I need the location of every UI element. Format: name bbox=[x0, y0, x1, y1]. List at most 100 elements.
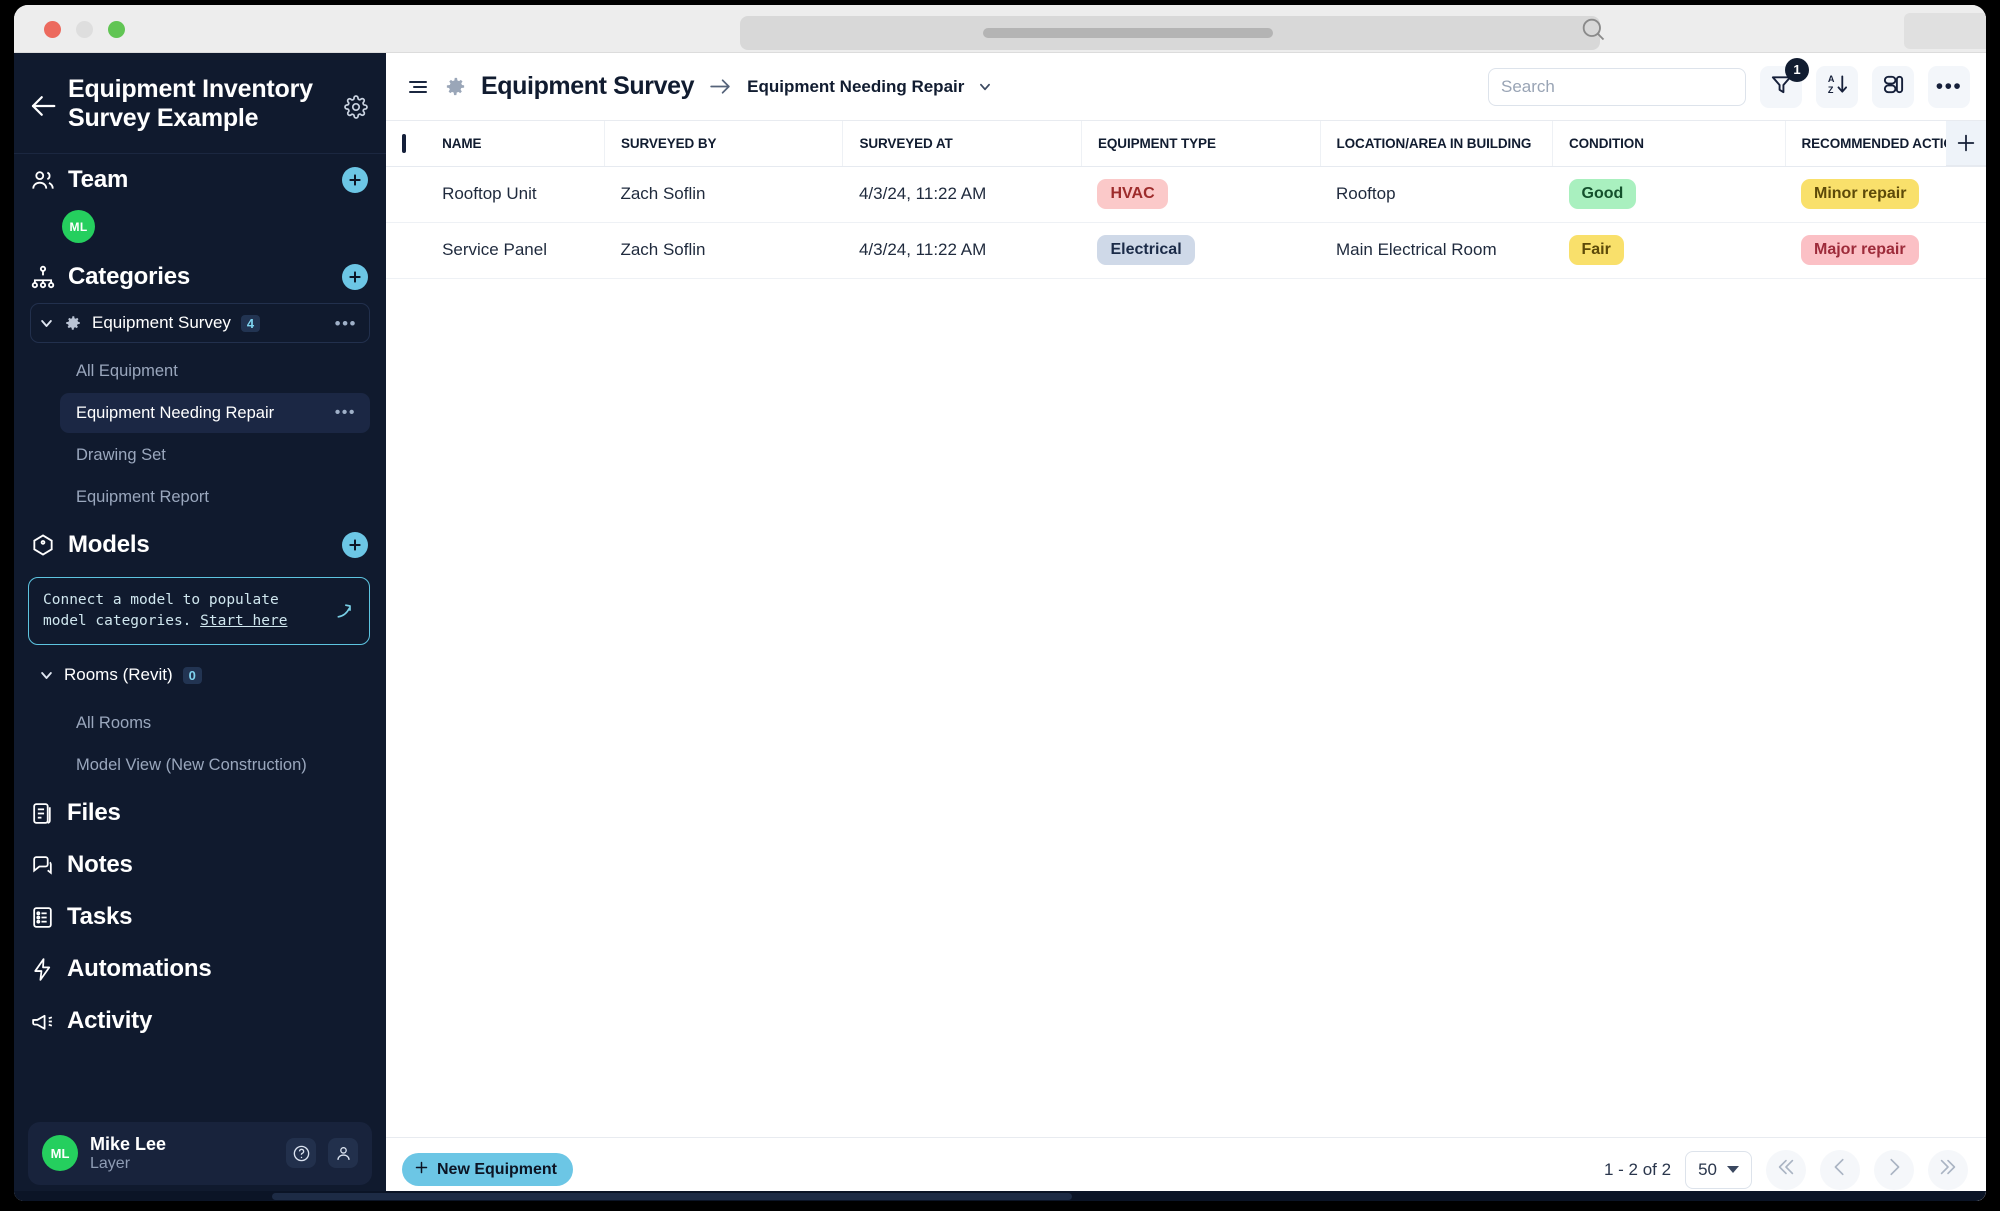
chevron-down-icon[interactable] bbox=[39, 316, 54, 331]
cell-location[interactable]: Rooftop bbox=[1320, 166, 1553, 223]
avatar[interactable]: ML bbox=[62, 210, 95, 243]
last-page-button[interactable] bbox=[1928, 1149, 1968, 1190]
hamburger-menu-icon[interactable] bbox=[406, 75, 430, 99]
table-row[interactable]: Rooftop Unit Zach Soflin 4/3/24, 11:22 A… bbox=[386, 166, 1986, 223]
window-maximize-button[interactable] bbox=[108, 21, 125, 38]
data-table: NAME SURVEYED BY SURVEYED AT EQUIPMENT T… bbox=[386, 121, 1986, 279]
cell-surveyed-by[interactable]: Zach Soflin bbox=[604, 166, 843, 223]
sidebar-item-equipment-needing-repair[interactable]: Equipment Needing Repair ••• bbox=[60, 393, 370, 433]
sidebar-item-label: Activity bbox=[67, 1007, 153, 1035]
search-input[interactable] bbox=[1501, 76, 1733, 97]
column-header-surveyed-at[interactable]: SURVEYED AT bbox=[842, 121, 1082, 167]
layout-button[interactable] bbox=[1872, 65, 1914, 108]
column-header-surveyed-by[interactable]: SURVEYED BY bbox=[604, 121, 844, 167]
arrow-right-icon bbox=[708, 74, 733, 99]
person-icon[interactable] bbox=[328, 1138, 358, 1169]
status-badge: Fair bbox=[1568, 234, 1624, 266]
sidebar-section-categories[interactable]: Categories bbox=[14, 251, 386, 303]
table-row[interactable]: Service Panel Zach Soflin 4/3/24, 11:22 … bbox=[386, 222, 1986, 279]
category-options-button[interactable]: ••• bbox=[335, 315, 357, 332]
add-column-button[interactable] bbox=[1946, 121, 1986, 166]
add-model-button[interactable] bbox=[342, 532, 368, 558]
breadcrumb-title[interactable]: Equipment Survey bbox=[481, 72, 695, 101]
sidebar-item-files[interactable]: Files bbox=[14, 787, 386, 839]
cell-recommended-actions[interactable]: Major repair bbox=[1785, 222, 1986, 279]
scrollbar-thumb[interactable] bbox=[272, 1193, 1072, 1200]
status-badge: Electrical bbox=[1097, 234, 1195, 266]
data-table-container: NAME SURVEYED BY SURVEYED AT EQUIPMENT T… bbox=[386, 121, 1986, 1137]
add-team-member-button[interactable] bbox=[342, 167, 368, 193]
cell-condition[interactable]: Fair bbox=[1552, 222, 1785, 279]
more-options-button[interactable]: ••• bbox=[1928, 65, 1970, 108]
category-child-options-button[interactable]: ••• bbox=[335, 405, 356, 421]
next-page-button[interactable] bbox=[1874, 1149, 1914, 1190]
filter-count-badge: 1 bbox=[1785, 57, 1809, 82]
select-all-cell bbox=[386, 121, 427, 167]
filter-button[interactable]: 1 bbox=[1760, 57, 1809, 108]
breadcrumb-current-view[interactable]: Equipment Needing Repair bbox=[747, 77, 964, 97]
cell-name[interactable]: Service Panel bbox=[426, 222, 605, 279]
cell-equipment-type[interactable]: HVAC bbox=[1081, 166, 1320, 223]
column-header-equipment-type[interactable]: EQUIPMENT TYPE bbox=[1081, 121, 1321, 167]
gear-icon[interactable] bbox=[344, 95, 368, 119]
horizontal-scrollbar[interactable] bbox=[14, 1191, 1986, 1201]
sidebar-item-all-rooms[interactable]: All Rooms bbox=[60, 703, 370, 743]
sidebar-item-notes[interactable]: Notes bbox=[14, 839, 386, 891]
new-equipment-button[interactable]: New Equipment bbox=[402, 1153, 574, 1186]
connect-model-banner[interactable]: Connect a model to populate model catego… bbox=[28, 577, 370, 646]
chevron-down-icon[interactable] bbox=[39, 668, 54, 683]
chevron-down-icon[interactable] bbox=[978, 80, 992, 94]
question-circle-icon[interactable] bbox=[286, 1138, 316, 1169]
project-header: Equipment Inventory Survey Example bbox=[14, 53, 386, 154]
page-size-value: 50 bbox=[1698, 1159, 1717, 1179]
cell-recommended-actions[interactable]: Minor repair bbox=[1785, 166, 1986, 223]
status-badge: HVAC bbox=[1097, 178, 1168, 210]
cell-surveyed-by[interactable]: Zach Soflin bbox=[604, 222, 843, 279]
sidebar-item-automations[interactable]: Automations bbox=[14, 943, 386, 995]
cell-surveyed-at[interactable]: 4/3/24, 11:22 AM bbox=[842, 222, 1082, 279]
sort-button[interactable]: A Z bbox=[1816, 65, 1858, 108]
sidebar-section-label: Categories bbox=[68, 263, 191, 290]
table-body: Rooftop Unit Zach Soflin 4/3/24, 11:22 A… bbox=[386, 166, 1986, 279]
sidebar-item-drawing-set[interactable]: Drawing Set bbox=[60, 435, 370, 475]
sidebar-item-tasks[interactable]: Tasks bbox=[14, 891, 386, 943]
application-root: Equipment Inventory Survey Example Team … bbox=[14, 53, 1986, 1201]
column-header-name[interactable]: NAME bbox=[426, 121, 605, 167]
prev-page-button[interactable] bbox=[1820, 1149, 1860, 1190]
cell-surveyed-at[interactable]: 4/3/24, 11:22 AM bbox=[842, 166, 1082, 223]
window-minimize-button[interactable] bbox=[76, 21, 93, 38]
select-all-checkbox[interactable] bbox=[402, 133, 406, 153]
cell-condition[interactable]: Good bbox=[1552, 166, 1785, 223]
user-account-card[interactable]: ML Mike Lee Layer bbox=[28, 1121, 372, 1185]
sidebar-item-all-equipment[interactable]: All Equipment bbox=[60, 351, 370, 391]
cell-location[interactable]: Main Electrical Room bbox=[1320, 222, 1553, 279]
category-parent-equipment-survey[interactable]: Equipment Survey 4 ••• bbox=[30, 303, 370, 343]
url-bar[interactable] bbox=[740, 16, 1600, 50]
cell-equipment-type[interactable]: Electrical bbox=[1081, 222, 1320, 279]
sidebar-item-label: Notes bbox=[67, 851, 133, 879]
url-text-redacted bbox=[983, 28, 1273, 38]
people-icon bbox=[30, 167, 56, 193]
model-parent-rooms-revit[interactable]: Rooms (Revit) 0 bbox=[30, 655, 370, 695]
start-here-link[interactable]: Start here bbox=[200, 613, 287, 629]
column-header-condition[interactable]: CONDITION bbox=[1552, 121, 1786, 167]
sidebar-item-model-view-new-construction[interactable]: Model View (New Construction) bbox=[60, 745, 370, 785]
sidebar-section-team[interactable]: Team bbox=[14, 154, 386, 206]
column-header-location[interactable]: LOCATION/AREA IN BUILDING bbox=[1320, 121, 1553, 167]
model-group-rooms-revit: Rooms (Revit) 0 All Rooms Model View (Ne… bbox=[14, 655, 386, 787]
arrow-left-icon[interactable] bbox=[28, 91, 58, 121]
sidebar-item-equipment-report[interactable]: Equipment Report bbox=[60, 477, 370, 517]
team-member-list: ML bbox=[14, 206, 386, 251]
search-box[interactable] bbox=[1488, 67, 1746, 106]
window-close-button[interactable] bbox=[44, 21, 61, 38]
plus-icon bbox=[414, 1160, 429, 1180]
search-icon[interactable] bbox=[1579, 15, 1607, 43]
sidebar-item-activity[interactable]: Activity bbox=[14, 995, 386, 1047]
add-category-button[interactable] bbox=[342, 264, 368, 290]
category-label: Equipment Survey bbox=[92, 313, 231, 332]
page-size-select[interactable]: 50 bbox=[1685, 1150, 1752, 1189]
sidebar-section-models[interactable]: Models bbox=[14, 519, 386, 571]
status-badge: Good bbox=[1568, 178, 1637, 210]
cell-name[interactable]: Rooftop Unit bbox=[426, 166, 605, 223]
first-page-button[interactable] bbox=[1766, 1149, 1806, 1190]
